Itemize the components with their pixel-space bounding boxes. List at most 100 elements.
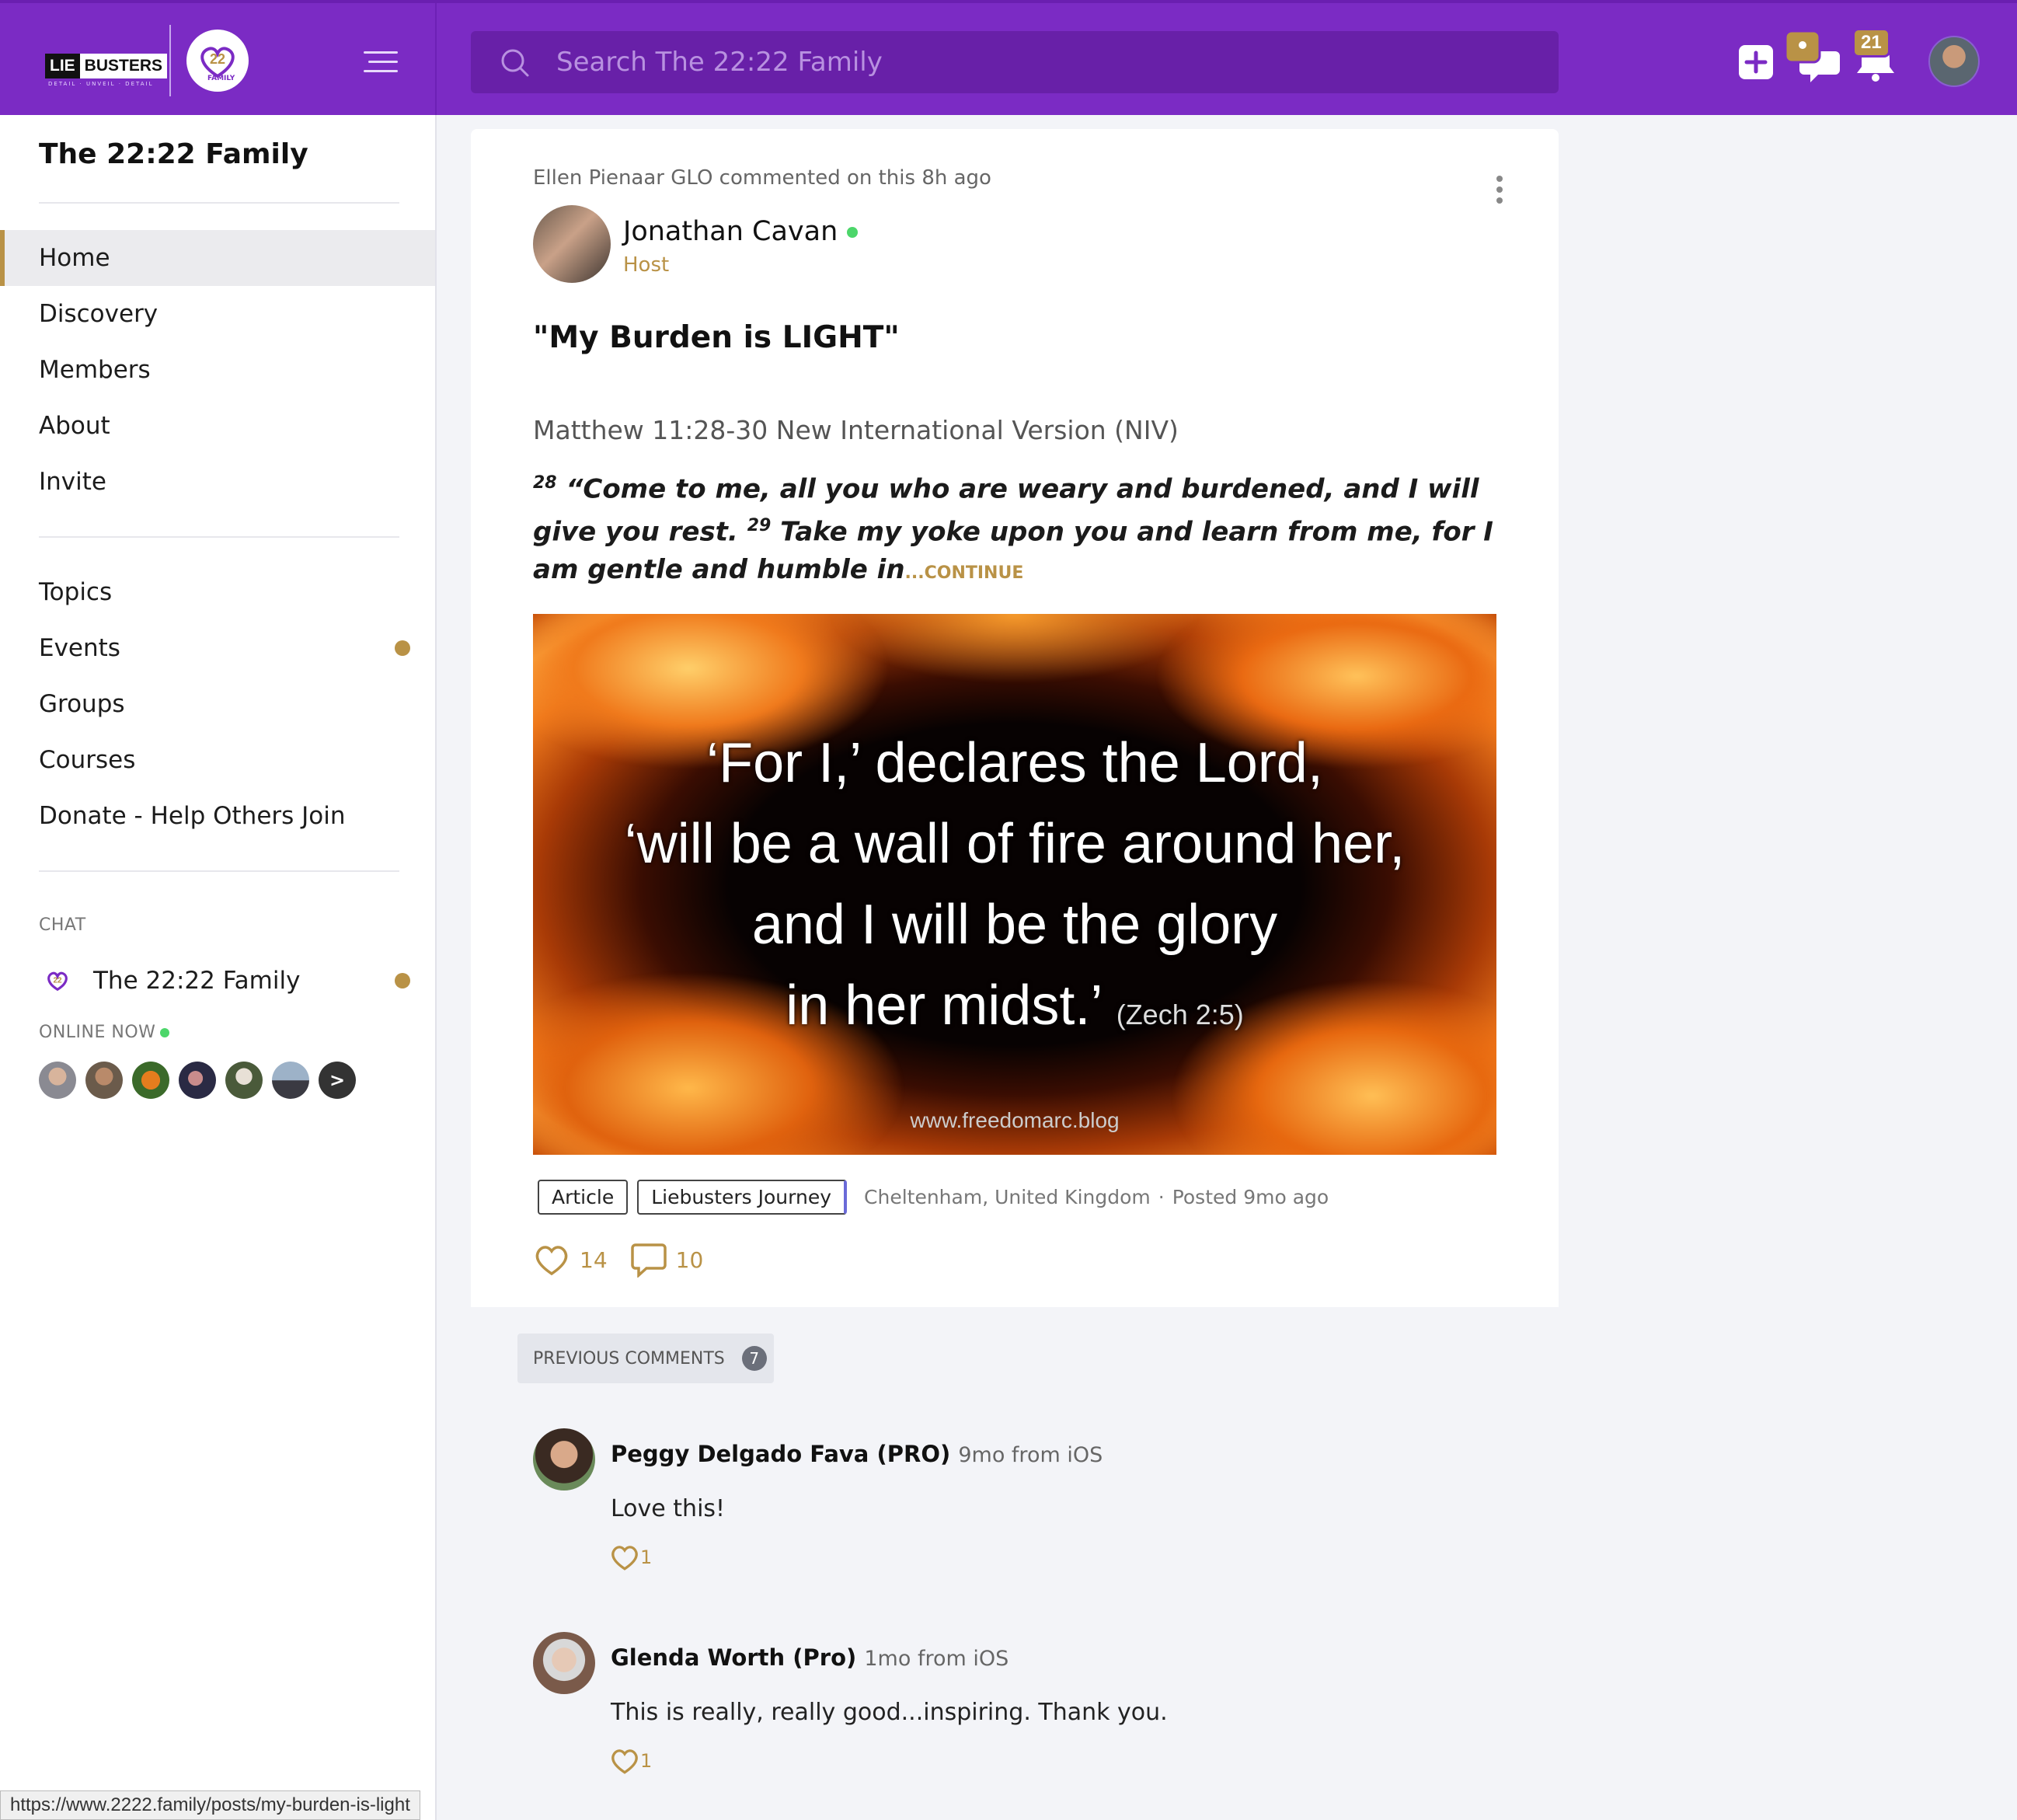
sidebar-item-label: Events <box>39 634 120 662</box>
post-image[interactable]: ‘For I,’ declares the Lord, ‘will be a w… <box>533 614 1496 1155</box>
logo-busters-text: BUSTERS <box>79 54 168 78</box>
sidebar-item-donate[interactable]: Donate - Help Others Join <box>0 788 435 844</box>
heart-icon <box>611 1749 638 1774</box>
avatar[interactable] <box>179 1062 216 1099</box>
post-date: Posted 9mo ago <box>1172 1186 1329 1208</box>
verse-number: 28 <box>533 473 557 493</box>
top-bar: LIE BUSTERS DETAIL · UNVEIL · DETAIL 22 … <box>0 0 2017 118</box>
more-options-icon[interactable] <box>1496 176 1503 208</box>
previous-comments-button[interactable]: PREVIOUS COMMENTS 7 <box>517 1334 774 1383</box>
logo-divider <box>169 25 171 96</box>
image-quote-line: and I will be the glory <box>751 894 1278 956</box>
user-avatar[interactable] <box>1928 36 1980 87</box>
heart-icon <box>611 1546 638 1571</box>
create-post-button[interactable] <box>1737 44 1775 84</box>
sidebar-item-invite[interactable]: Invite <box>0 454 435 510</box>
sidebar-item-discovery[interactable]: Discovery <box>0 286 435 342</box>
meta-separator: · <box>1158 1186 1165 1208</box>
online-now-text: ONLINE NOW <box>39 1023 156 1042</box>
scripture-reference: Matthew 11:28-30 New International Versi… <box>533 415 1179 445</box>
sidebar-item-events[interactable]: Events <box>0 620 435 676</box>
comment-like-button[interactable]: 1 <box>609 1747 652 1775</box>
unread-dot <box>395 640 410 656</box>
post-tags: Article Liebusters Journey Cheltenham, U… <box>538 1180 1329 1215</box>
plus-icon <box>1739 45 1773 79</box>
sidebar-item-label: Donate - Help Others Join <box>39 802 346 830</box>
sidebar-item-home[interactable]: Home <box>0 230 435 286</box>
avatar[interactable] <box>533 1632 595 1694</box>
post-excerpt: 28 “Come to me, all you who are weary an… <box>533 465 1512 592</box>
search-bar[interactable] <box>471 31 1559 93</box>
sidebar-item-members[interactable]: Members <box>0 342 435 398</box>
more-online-button[interactable]: > <box>319 1062 356 1099</box>
family-logo[interactable]: 22 FAMILY <box>186 30 249 92</box>
avatar[interactable] <box>272 1062 309 1099</box>
comment-like-button[interactable]: 1 <box>609 1543 652 1571</box>
avatar[interactable] <box>533 1428 595 1491</box>
comment-time: 1mo from iOS <box>864 1647 1009 1671</box>
image-quote-text: in her midst.’ <box>786 975 1101 1037</box>
post-title[interactable]: "My Burden is LIGHT" <box>533 320 900 355</box>
avatar[interactable] <box>132 1062 169 1099</box>
post-reactions: 14 10 <box>533 1242 726 1278</box>
comment-author[interactable]: Peggy Delgado Fava (PRO) 9mo from iOS <box>611 1441 1103 1467</box>
comment-like-count: 1 <box>640 1546 653 1568</box>
post-card: Ellen Pienaar GLO commented on this 8h a… <box>471 129 1559 1307</box>
chat-item-22-22-family[interactable]: 22 The 22:22 Family <box>0 953 435 1009</box>
avatar[interactable] <box>225 1062 263 1099</box>
logo-subtitle: DETAIL · UNVEIL · DETAIL <box>48 81 154 87</box>
sidebar-item-topics[interactable]: Topics <box>0 564 435 620</box>
comment-icon[interactable] <box>630 1242 667 1278</box>
more-online-label: > <box>329 1069 346 1091</box>
chat-bubbles-icon <box>1784 30 1840 82</box>
sidebar-item-label: Invite <box>39 468 106 496</box>
previous-comments-count: 7 <box>741 1346 767 1371</box>
tag-liebusters-journey[interactable]: Liebusters Journey <box>637 1180 848 1215</box>
sidebar-item-label: Home <box>39 244 110 272</box>
sidebar-item-courses[interactable]: Courses <box>0 732 435 788</box>
avatar[interactable] <box>85 1062 123 1099</box>
like-count: 14 <box>580 1246 608 1273</box>
brand-area: LIE BUSTERS DETAIL · UNVEIL · DETAIL 22 … <box>0 3 437 118</box>
sidebar-item-label: About <box>39 412 110 440</box>
search-icon <box>501 49 529 77</box>
image-quote-reference: (Zech 2:5) <box>1116 999 1244 1030</box>
sidebar-divider <box>39 536 399 538</box>
comment-time: 9mo from iOS <box>958 1443 1103 1467</box>
liebusters-logo[interactable]: LIE BUSTERS <box>45 51 168 81</box>
comment-like-count: 1 <box>640 1750 653 1772</box>
sidebar-item-label: Discovery <box>39 300 159 328</box>
family-chat-icon: 22 <box>47 971 68 992</box>
image-quote-line: in her midst.’ (Zech 2:5) <box>533 965 1496 1055</box>
logo-lie-text: LIE <box>45 54 80 78</box>
search-input[interactable] <box>556 31 1535 93</box>
chat-item-label: The 22:22 Family <box>93 967 301 995</box>
sidebar-item-about[interactable]: About <box>0 398 435 454</box>
community-title[interactable]: The 22:22 Family <box>39 138 308 170</box>
avatar[interactable] <box>39 1062 76 1099</box>
comment-author[interactable]: Glenda Worth (Pro) 1mo from iOS <box>611 1644 1008 1671</box>
menu-toggle-icon[interactable] <box>364 51 398 75</box>
activity-line: Ellen Pienaar GLO commented on this 8h a… <box>533 166 991 190</box>
notification-badge: 21 <box>1852 28 1890 58</box>
online-members: > <box>39 1062 356 1099</box>
author-avatar[interactable] <box>533 205 611 283</box>
tag-article[interactable]: Article <box>538 1180 629 1215</box>
comment-author-name: Peggy Delgado Fava (PRO) <box>611 1441 951 1467</box>
author-name[interactable]: Jonathan Cavan <box>623 216 859 247</box>
heart-icon[interactable] <box>533 1243 570 1277</box>
continue-link[interactable]: ...CONTINUE <box>905 563 1024 583</box>
comment-count: 10 <box>675 1246 704 1273</box>
chat-button[interactable] <box>1784 30 1843 87</box>
verse-number: 29 <box>747 516 772 536</box>
sidebar-item-label: Members <box>39 356 151 384</box>
author-role: Host <box>623 253 670 277</box>
svg-text:22: 22 <box>53 977 62 985</box>
family-logo-text: FAMILY <box>207 75 235 82</box>
sidebar-item-label: Groups <box>39 690 125 718</box>
comment-text: Love this! <box>611 1495 726 1522</box>
sidebar-item-label: Courses <box>39 746 136 774</box>
online-dot <box>160 1028 170 1037</box>
notifications-button[interactable]: 21 <box>1846 26 1905 89</box>
sidebar-item-groups[interactable]: Groups <box>0 676 435 732</box>
